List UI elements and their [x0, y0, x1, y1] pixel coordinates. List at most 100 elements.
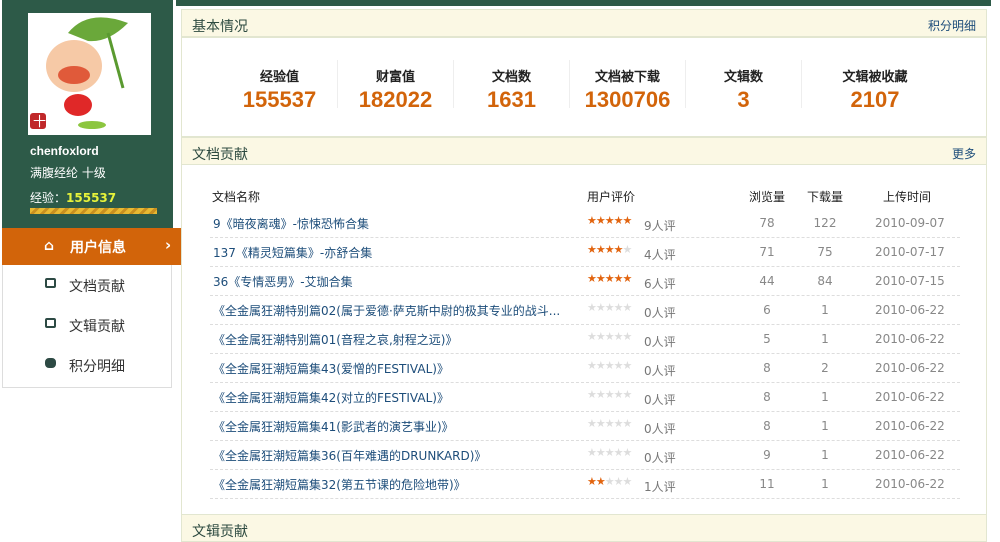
stat-exp: 经验值 155537 [222, 60, 338, 112]
stat-downloads: 文档被下载 1300706 [570, 60, 686, 112]
table-row: 《全金属狂潮特别篇02(属于爱德·萨克斯中尉的极其专业的战斗... ★★★★★ … [210, 296, 960, 325]
upload-date: 2010-06-22 [875, 448, 945, 462]
star-icon: ★ [622, 301, 633, 314]
star-icon: ★ [604, 243, 615, 256]
star-rating: ★★★★★ [587, 214, 633, 227]
stat-label: 文辑数 [723, 70, 763, 85]
rating-count: 6人评 [644, 277, 676, 291]
star-rating: ★★★★★ [587, 388, 632, 401]
star-icon: ★ [613, 301, 624, 314]
col-header-downloads: 下载量 [807, 190, 844, 204]
username[interactable]: chenfoxlord [30, 144, 99, 158]
rating-count: 0人评 [644, 364, 676, 378]
downloads: 75 [817, 245, 833, 259]
doc-link[interactable]: 《全金属狂潮特别篇01(音程之哀,射程之远)》 [213, 331, 573, 348]
star-icon: ★ [595, 243, 606, 256]
stat-label: 经验值 [259, 70, 299, 85]
exp-label: 经验： [30, 191, 67, 205]
star-icon: ★ [604, 417, 615, 430]
section-title: 文档贡献 [192, 147, 248, 163]
doc-link[interactable]: 36《专情恶男》-艾珈合集 [213, 273, 573, 290]
exp-progress-bar [30, 208, 157, 214]
star-icon: ★ [604, 272, 615, 285]
star-icon: ★ [587, 359, 597, 372]
cartoon-avatar-icon: 十 [30, 17, 128, 130]
documents-icon [45, 318, 56, 328]
star-icon: ★ [595, 301, 606, 314]
stat-label: 文档数 [491, 70, 531, 85]
upload-date: 2010-06-22 [875, 332, 945, 346]
star-icon: ★ [595, 446, 606, 459]
doc-link[interactable]: 137《精灵短篇集》-亦舒合集 [213, 244, 573, 261]
downloads: 1 [821, 448, 829, 462]
doc-link[interactable]: 《全金属狂潮短篇集43(爱憎的FESTIVAL)》 [213, 360, 573, 377]
rating-count: 1人评 [644, 480, 676, 494]
star-icon: ★ [604, 301, 615, 314]
star-rating: ★★★★★ [587, 417, 633, 430]
table-row: 《全金属狂潮短篇集42(对立的FESTIVAL)》 ★★★★★ 0人评 8 1 … [210, 383, 960, 412]
star-icon: ★ [622, 359, 633, 372]
doc-link[interactable]: 《全金属狂潮短篇集36(百年难遇的DRUNKARD)》 [213, 447, 573, 464]
star-icon: ★ [613, 417, 624, 430]
nav-item-user-info[interactable]: ⌂ 用户信息 › [2, 228, 181, 265]
star-icon: ★ [604, 330, 615, 343]
col-header-name: 文档名称 [212, 190, 261, 204]
stat-value: 3 [737, 87, 750, 112]
user-exp: 经验：155537 [30, 189, 116, 206]
upload-date: 2010-07-15 [875, 274, 945, 288]
stat-value: 155537 [242, 87, 317, 112]
avatar[interactable]: 十 [28, 13, 151, 135]
star-icon: ★ [604, 446, 615, 459]
table-row: 《全金属狂潮短篇集41(影武者的演艺事业)》 ★★★★★ 0人评 8 1 201… [210, 412, 960, 441]
more-link[interactable]: 更多 [952, 145, 976, 162]
star-icon: ★ [595, 330, 606, 343]
stat-wealth: 财富值 182022 [338, 60, 454, 112]
doc-link[interactable]: 《全金属狂潮短篇集32(第五节课的危险地带)》 [213, 476, 573, 493]
doc-link[interactable]: 《全金属狂潮短篇集42(对立的FESTIVAL)》 [213, 389, 573, 406]
user-profile-card: 十 chenfoxlord 满腹经纶 十级 经验：155537 [2, 0, 173, 228]
star-icon: ★ [622, 417, 633, 430]
star-icon: ★ [604, 475, 615, 488]
downloads: 84 [817, 274, 833, 288]
star-icon: ★ [595, 359, 606, 372]
top-border [176, 0, 991, 6]
section-title: 文辑贡献 [192, 524, 248, 540]
table-row: 《全金属狂潮短篇集43(爱憎的FESTIVAL)》 ★★★★★ 0人评 8 2 … [210, 354, 960, 383]
rating-count: 0人评 [644, 422, 676, 436]
star-icon: ★ [622, 330, 633, 343]
star-icon: ★ [587, 272, 597, 285]
star-icon: ★ [587, 446, 597, 459]
star-icon: ★ [622, 243, 633, 256]
stat-label: 文辑被收藏 [842, 70, 908, 85]
doc-link[interactable]: 《全金属狂潮短篇集41(影武者的演艺事业)》 [213, 418, 573, 435]
rating-count: 0人评 [644, 451, 676, 465]
downloads: 1 [821, 390, 829, 404]
nav-label: 积分明细 [69, 359, 125, 375]
star-icon: ★ [613, 330, 624, 343]
star-icon: ★ [604, 214, 615, 227]
star-rating: ★★★★★ [587, 243, 633, 256]
stat-label: 财富值 [375, 70, 415, 85]
upload-date: 2010-06-22 [875, 303, 945, 317]
table-row: 137《精灵短篇集》-亦舒合集 ★★★★★ 4人评 71 75 2010-07-… [210, 238, 960, 267]
star-icon: ★ [622, 214, 633, 227]
star-icon: ★ [622, 475, 633, 488]
star-icon: ★ [613, 475, 624, 488]
stat-docs: 文档数 1631 [454, 60, 570, 112]
stat-label: 文档被下载 [594, 70, 660, 85]
rating-count: 4人评 [644, 248, 676, 262]
star-icon: ★ [613, 272, 624, 285]
document-icon [45, 278, 56, 288]
nav-item-doc-contrib[interactable]: 文档贡献 [3, 265, 171, 305]
nav-item-points[interactable]: 积分明细 [3, 345, 171, 385]
upload-date: 2010-06-22 [875, 419, 945, 433]
star-rating: ★★★★★ [587, 475, 633, 488]
views: 71 [759, 245, 775, 259]
doc-link[interactable]: 《全金属狂潮特别篇02(属于爱德·萨克斯中尉的极其专业的战斗... [213, 302, 573, 319]
nav-item-album-contrib[interactable]: 文辑贡献 [3, 305, 171, 345]
exp-value: 155537 [66, 191, 117, 205]
doc-link[interactable]: 9《暗夜离魂》-惊悚恐怖合集 [213, 215, 573, 232]
downloads: 1 [821, 419, 829, 433]
rating-count: 9人评 [644, 219, 676, 233]
points-detail-link[interactable]: 积分明细 [928, 17, 976, 34]
